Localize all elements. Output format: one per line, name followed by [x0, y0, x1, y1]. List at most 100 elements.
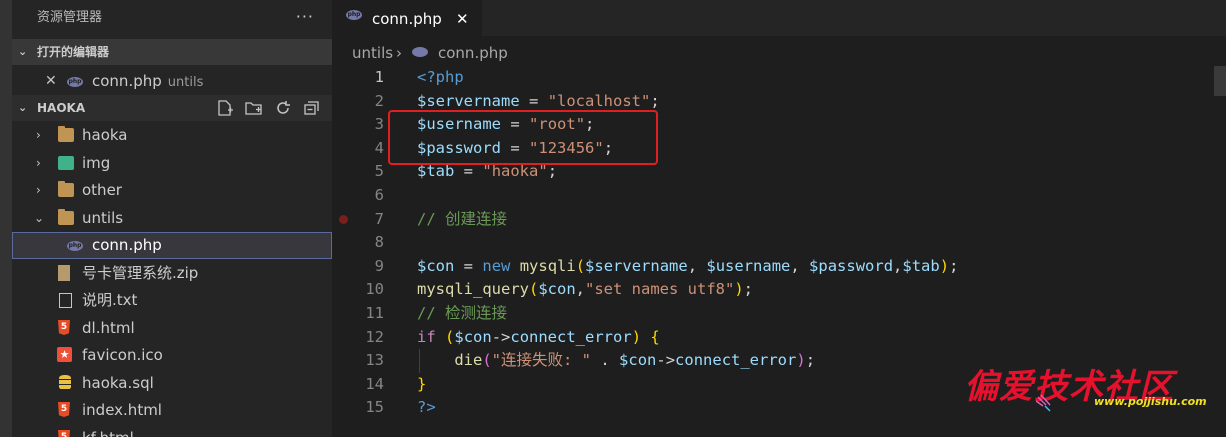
line-number: 6: [374, 186, 384, 204]
tab-conn-php[interactable]: php conn.php ✕: [332, 0, 482, 37]
explorer-sidebar: 资源管理器 ··· ⌄ 打开的编辑器 ✕ php conn.php untils …: [12, 0, 332, 437]
tree-item-label: kf.html: [82, 425, 134, 437]
line-number: 3: [374, 115, 384, 134]
string-servername: "localhost": [547, 91, 651, 110]
project-header[interactable]: ⌄ HAOKA: [12, 95, 332, 121]
open-editor-item[interactable]: ✕ php conn.php untils: [12, 68, 332, 95]
open-editors-label: 打开的编辑器: [37, 45, 110, 59]
tree-item-txt[interactable]: 说明.txt: [12, 287, 332, 314]
zip-file-icon: [58, 265, 70, 281]
chevron-down-icon: ⌄: [34, 211, 45, 225]
code-line: ?>: [417, 398, 436, 417]
explorer-title: 资源管理器: [37, 10, 103, 25]
tab-label: conn.php: [372, 10, 442, 28]
line-number: 12: [365, 327, 384, 346]
line-number: 8: [374, 233, 384, 252]
more-actions-button[interactable]: ···: [296, 0, 314, 36]
refresh-icon[interactable]: [273, 99, 293, 117]
code-line: }: [417, 374, 427, 393]
image-folder-icon: [58, 156, 74, 170]
tree-item-haoka[interactable]: › haoka: [12, 122, 332, 149]
editor-tabs: php conn.php ✕: [332, 0, 1226, 37]
code-line: mysqli_query($con,"set names utf8");: [417, 280, 753, 299]
folder-icon: [58, 181, 74, 197]
php-file-icon: php: [67, 77, 83, 87]
open-editors-header[interactable]: ⌄ 打开的编辑器: [12, 39, 332, 65]
explorer-actions: [215, 99, 322, 117]
breadcrumb-file[interactable]: conn.php: [438, 38, 508, 68]
line-number: 11: [365, 304, 384, 322]
code-line: $con = new mysqli($servername, $username…: [417, 256, 959, 275]
string-names: "set names utf8": [585, 280, 735, 299]
highlight-annotation: [388, 110, 658, 165]
html-file-icon: 5: [58, 430, 70, 437]
chevron-right-icon: ›: [36, 128, 41, 142]
open-editor-desc: untils: [167, 75, 204, 90]
line-number: 9: [374, 256, 384, 275]
chevron-down-icon: ⌄: [18, 45, 28, 58]
tree-item-label: 号卡管理系统.zip: [82, 264, 199, 282]
code-line: <?php: [417, 68, 464, 86]
new-file-icon[interactable]: [215, 99, 235, 117]
line-number: 13: [365, 351, 384, 370]
php-icon: [412, 47, 428, 57]
sparkle-icon: [1036, 394, 1051, 412]
tree-item-label: index.html: [82, 401, 162, 419]
code-line: die("连接失败: " . $con->connect_error);: [454, 351, 816, 370]
tree-item-label: haoka: [82, 126, 128, 144]
comment-check: // 检测连接: [417, 304, 507, 322]
tree-item-other[interactable]: › other: [12, 177, 332, 204]
breadcrumb-folder[interactable]: untils: [352, 38, 393, 68]
tree-item-index-html[interactable]: 5 index.html: [12, 397, 332, 424]
html-file-icon: 5: [58, 320, 70, 335]
tree-item-label: dl.html: [82, 319, 135, 337]
tree-item-label: img: [82, 154, 111, 172]
line-number: 2: [374, 91, 384, 110]
new-folder-icon[interactable]: [244, 99, 264, 117]
code-line: // 创建连接: [417, 208, 507, 232]
folder-icon: [58, 126, 74, 142]
comment-create: // 创建连接: [417, 209, 507, 228]
string-tab: "haoka": [482, 162, 548, 181]
chevron-right-icon: ›: [36, 183, 41, 197]
breadcrumb: untils › conn.php: [332, 38, 1226, 66]
tree-item-dl-html[interactable]: 5 dl.html: [12, 315, 332, 342]
collapse-all-icon[interactable]: [302, 99, 322, 117]
chevron-down-icon: ⌄: [18, 101, 28, 114]
database-icon: [59, 375, 71, 390]
scrollbar[interactable]: [1214, 66, 1226, 96]
line-number: 10: [365, 280, 384, 299]
tree-item-label: other: [82, 181, 122, 199]
text-file-icon: [59, 293, 72, 308]
close-icon[interactable]: ✕: [456, 1, 469, 37]
breakpoint-marker[interactable]: [339, 215, 348, 224]
tree-item-img[interactable]: › img: [12, 150, 332, 177]
folder-open-icon: [58, 209, 74, 225]
tree-item-untils[interactable]: ⌄ untils: [12, 205, 332, 232]
watermark-logo: 偏爱技术社区 www.pojjishu.com: [964, 355, 1226, 437]
tree-item-label: haoka.sql: [82, 374, 154, 392]
watermark-url: www.pojjishu.com: [1094, 395, 1207, 408]
tree-item-favicon[interactable]: ★ favicon.ico: [12, 342, 332, 369]
chevron-right-icon: ›: [36, 156, 41, 170]
tree-item-zip[interactable]: 号卡管理系统.zip: [12, 260, 332, 287]
tree-item-sql[interactable]: haoka.sql: [12, 370, 332, 397]
star-icon: ★: [57, 347, 72, 362]
line-number: 1: [374, 68, 384, 86]
code-line: // 检测连接: [417, 302, 507, 326]
tree-item-kf-html[interactable]: 5 kf.html: [12, 425, 332, 437]
line-number: 4: [374, 138, 384, 157]
php-icon: php: [346, 10, 362, 20]
line-number: 5: [374, 162, 384, 181]
tree-item-label: conn.php: [92, 236, 162, 254]
line-number: 15: [365, 398, 384, 417]
chevron-right-icon: ›: [396, 44, 402, 62]
tree-item-label: untils: [82, 209, 124, 227]
tree-item-conn-php[interactable]: php conn.php: [12, 232, 332, 259]
open-editor-name: conn.php: [92, 72, 162, 90]
close-icon[interactable]: ✕: [45, 68, 57, 95]
tree-item-label: 说明.txt: [82, 291, 138, 309]
tree-item-label: favicon.ico: [82, 346, 163, 364]
code-line: if ($con->connect_error) {: [417, 327, 660, 346]
php-file-icon: php: [67, 241, 83, 251]
